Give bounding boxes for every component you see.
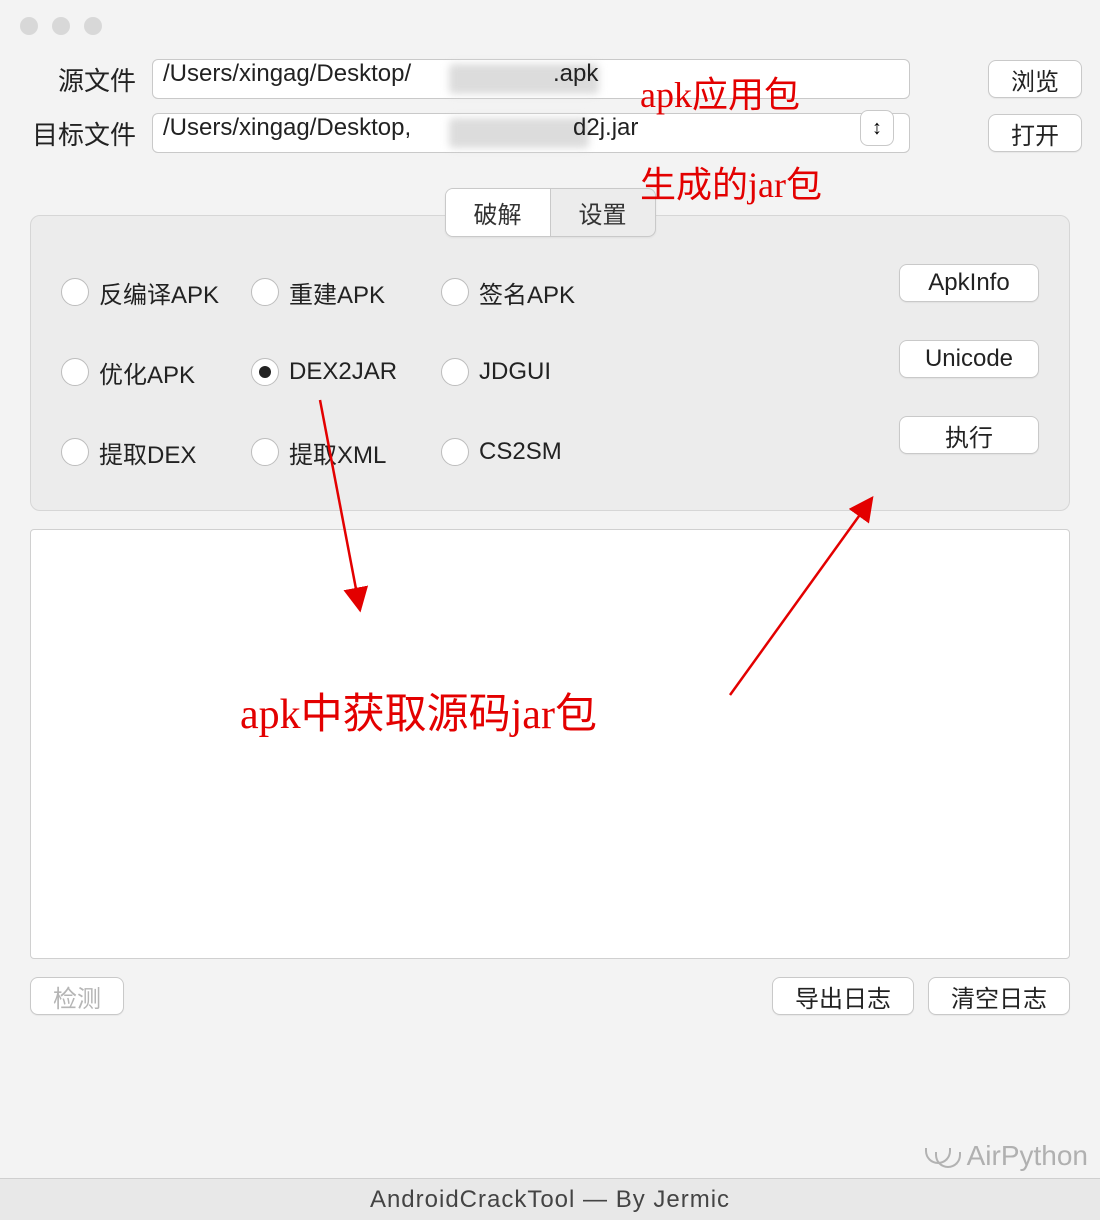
radio-cs2sm[interactable]: CS2SM bbox=[441, 438, 631, 466]
segmented-control: 破解 设置 bbox=[445, 188, 656, 237]
watermark: AirPython bbox=[925, 1140, 1088, 1172]
unicode-button[interactable]: Unicode bbox=[899, 340, 1039, 378]
watermark-text: AirPython bbox=[967, 1140, 1088, 1172]
tab-bar: 破解 设置 bbox=[0, 188, 1100, 237]
radio-sign-apk[interactable]: 签名APK bbox=[441, 275, 631, 310]
radio-jdgui[interactable]: JDGUI bbox=[441, 358, 631, 386]
source-path-suffix: .apk bbox=[553, 60, 598, 88]
radio-dex2jar[interactable]: DEX2JAR bbox=[251, 358, 441, 386]
target-path-suffix: d2j.jar bbox=[573, 114, 638, 142]
open-button[interactable]: 打开 bbox=[988, 114, 1082, 152]
traffic-close-icon[interactable] bbox=[20, 17, 38, 35]
footer-bar: AndroidCrackTool — By Jermic bbox=[0, 1178, 1100, 1220]
options-panel: 反编译APK 重建APK 签名APK 优化APK DEX2JAR JDGUI 提… bbox=[30, 215, 1070, 511]
swap-icon: ↕ bbox=[872, 117, 882, 140]
redacted-region bbox=[449, 118, 589, 148]
browse-button[interactable]: 浏览 bbox=[988, 60, 1082, 98]
target-path-prefix: /Users/xingag/Desktop, bbox=[163, 114, 411, 141]
source-path-prefix: /Users/xingag/Desktop/ bbox=[163, 60, 411, 87]
wechat-icon bbox=[925, 1142, 959, 1170]
target-label: 目标文件 bbox=[28, 115, 136, 152]
traffic-zoom-icon[interactable] bbox=[84, 17, 102, 35]
tab-settings[interactable]: 设置 bbox=[551, 189, 655, 236]
source-label: 源文件 bbox=[28, 61, 136, 98]
radio-decompile-apk[interactable]: 反编译APK bbox=[61, 275, 251, 310]
radio-extract-xml[interactable]: 提取XML bbox=[251, 435, 441, 470]
radio-optimize-apk[interactable]: 优化APK bbox=[61, 355, 251, 390]
window-titlebar bbox=[0, 0, 1100, 52]
traffic-minimize-icon[interactable] bbox=[52, 17, 70, 35]
side-buttons: ApkInfo Unicode 执行 bbox=[899, 264, 1039, 454]
apkinfo-button[interactable]: ApkInfo bbox=[899, 264, 1039, 302]
source-file-input[interactable]: /Users/xingag/Desktop/ .apk bbox=[152, 59, 910, 99]
target-file-row: 目标文件 /Users/xingag/Desktop, d2j.jar 打开 bbox=[0, 106, 1100, 160]
swap-button[interactable]: ↕ bbox=[860, 110, 894, 146]
radio-extract-dex[interactable]: 提取DEX bbox=[61, 435, 251, 470]
radio-rebuild-apk[interactable]: 重建APK bbox=[251, 275, 441, 310]
radio-grid: 反编译APK 重建APK 签名APK 优化APK DEX2JAR JDGUI 提… bbox=[61, 264, 1039, 480]
tab-crack[interactable]: 破解 bbox=[446, 189, 551, 236]
target-file-input[interactable]: /Users/xingag/Desktop, d2j.jar bbox=[152, 113, 910, 153]
run-button[interactable]: 执行 bbox=[899, 416, 1039, 454]
export-log-button[interactable]: 导出日志 bbox=[772, 977, 914, 1015]
output-area[interactable] bbox=[30, 529, 1070, 959]
source-file-row: 源文件 /Users/xingag/Desktop/ .apk 浏览 bbox=[0, 52, 1100, 106]
footer-text: AndroidCrackTool — By Jermic bbox=[370, 1186, 730, 1214]
clear-log-button[interactable]: 清空日志 bbox=[928, 977, 1070, 1015]
detect-button[interactable]: 检测 bbox=[30, 977, 124, 1015]
bottom-toolbar: 检测 导出日志 清空日志 bbox=[0, 959, 1100, 1015]
